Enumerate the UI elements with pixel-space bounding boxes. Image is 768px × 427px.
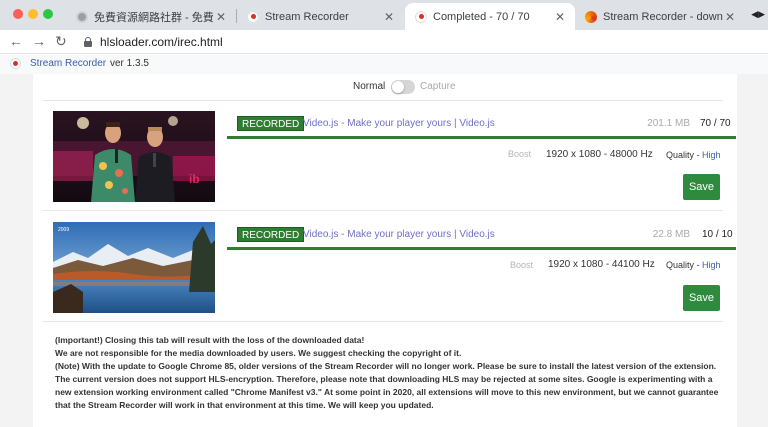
- firefox-favicon-icon: [585, 10, 597, 23]
- notice-important: (Important!) Closing this tab will resul…: [55, 335, 365, 345]
- progress-fill: [227, 247, 736, 250]
- browser-toolbar: ← → ↻ hlsloader.com/irec.html: [0, 30, 768, 54]
- boost-label[interactable]: Boost: [508, 149, 531, 159]
- download-progress-bar: [227, 247, 736, 250]
- segment-count: 70 / 70: [700, 118, 731, 129]
- tab-bar: 免費資源網路社群 - 免費資源指南 ✕ Stream Recorder ✕ Co…: [0, 0, 768, 30]
- progress-fill: [227, 136, 736, 139]
- divider: [43, 100, 723, 101]
- close-tab-icon[interactable]: ✕: [214, 10, 228, 24]
- video-thumbnail: ib: [53, 111, 215, 202]
- lock-icon[interactable]: [84, 37, 92, 47]
- stream-recorder-favicon-icon: [415, 10, 427, 23]
- boost-label[interactable]: Boost: [510, 260, 533, 270]
- status-badge: RECORDED: [237, 227, 305, 242]
- video-thumbnail: 2009: [53, 222, 215, 313]
- close-tab-icon[interactable]: ✕: [553, 10, 567, 24]
- quality-value[interactable]: High: [702, 150, 721, 160]
- resolution-info: 1920 x 1080 - 44100 Hz: [548, 259, 655, 270]
- reload-icon[interactable]: ↻: [55, 33, 67, 50]
- tab-stream-recorder[interactable]: Stream Recorder ✕: [237, 3, 404, 30]
- maximize-window-button[interactable]: [43, 9, 53, 19]
- close-window-button[interactable]: [13, 9, 23, 19]
- quality-value[interactable]: High: [702, 260, 721, 270]
- notice-chrome-update: (Note) With the update to Google Chrome …: [55, 361, 719, 410]
- video-title-link[interactable]: Video.js - Make your player yours | Vide…: [303, 229, 495, 240]
- save-button[interactable]: Save: [683, 285, 720, 311]
- minimize-window-button[interactable]: [28, 9, 38, 19]
- status-badge: RECORDED: [237, 116, 305, 131]
- divider: [43, 210, 723, 211]
- stream-recorder-favicon-icon: [247, 10, 259, 23]
- divider: [43, 321, 723, 322]
- video-title-link[interactable]: Video.js - Make your player yours | Vide…: [303, 118, 495, 129]
- close-tab-icon[interactable]: ✕: [723, 10, 737, 24]
- file-size: 201.1 MB: [647, 118, 690, 129]
- toggle-knob: [392, 81, 404, 93]
- thumbnail-caption: 2009: [58, 227, 69, 233]
- address-bar-url[interactable]: hlsloader.com/irec.html: [100, 35, 223, 49]
- tab-title: Completed - 70 / 70: [433, 10, 530, 23]
- resolution-info: 1920 x 1080 - 48000 Hz: [546, 149, 653, 160]
- quality-info: Quality - High: [666, 260, 721, 270]
- tab-free-resources[interactable]: 免費資源網路社群 - 免費資源指南 ✕: [66, 3, 236, 30]
- notice-text: (Important!) Closing this tab will resul…: [55, 334, 725, 412]
- tab-scroll-icon[interactable]: ◀▶: [751, 9, 765, 20]
- back-arrow-icon[interactable]: ←: [9, 33, 23, 50]
- tab-title: 免費資源網路社群 - 免費資源指南: [94, 11, 214, 24]
- forward-arrow-icon[interactable]: →: [32, 33, 46, 50]
- app-header: Stream Recorder ver 1.3.5: [0, 55, 768, 74]
- save-button[interactable]: Save: [683, 174, 720, 200]
- tab-title: Stream Recorder - download H: [603, 10, 723, 23]
- svg-text:ib: ib: [189, 172, 200, 186]
- stream-recorder-logo-icon: [10, 58, 21, 69]
- quality-info: Quality - High: [666, 150, 721, 160]
- close-tab-icon[interactable]: ✕: [382, 10, 396, 24]
- app-version: ver 1.3.5: [110, 58, 149, 69]
- mode-normal-label: Normal: [353, 81, 386, 92]
- quality-label: Quality -: [666, 150, 703, 160]
- tab-stream-recorder-download[interactable]: Stream Recorder - download H ✕: [575, 3, 745, 30]
- tab-completed[interactable]: Completed - 70 / 70 ✕: [405, 3, 575, 30]
- tab-title: Stream Recorder: [265, 10, 349, 23]
- capture-mode-toggle[interactable]: [391, 80, 415, 94]
- segment-count: 10 / 10: [702, 229, 733, 240]
- mode-capture-label: Capture: [420, 81, 456, 92]
- file-size: 22.8 MB: [652, 229, 690, 240]
- globe-favicon-icon: [76, 10, 88, 23]
- notice-disclaimer: We are not responsible for the media dow…: [55, 348, 462, 358]
- download-progress-bar: [227, 136, 736, 139]
- app-title: Stream Recorder: [30, 58, 107, 69]
- quality-label: Quality -: [666, 260, 703, 270]
